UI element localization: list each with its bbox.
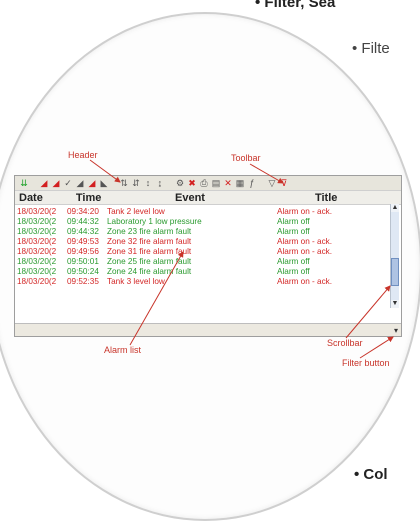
header-arrow — [89, 159, 121, 183]
alarm-list-arrow — [129, 251, 184, 346]
callout-arrows — [89, 159, 394, 359]
filter-button-arrow — [359, 336, 394, 359]
scrollbar-arrow — [345, 285, 391, 339]
toolbar-arrow — [249, 163, 284, 184]
